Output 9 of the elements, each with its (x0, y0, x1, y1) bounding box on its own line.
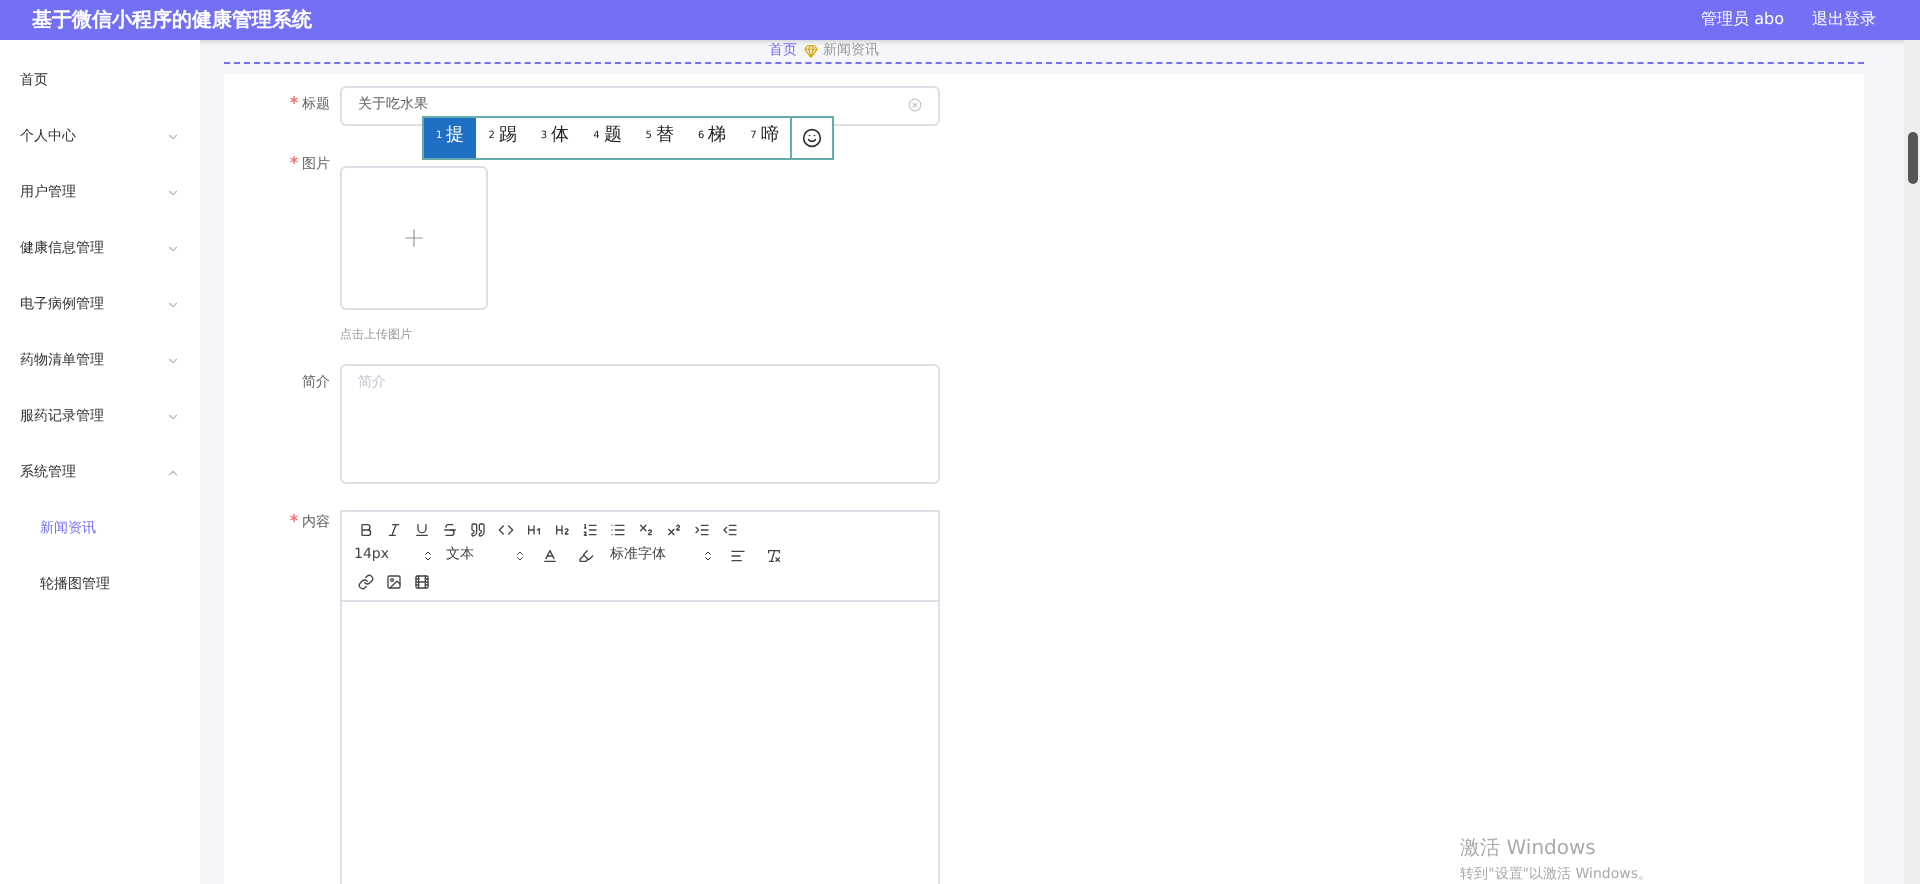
logout-link[interactable]: 退出登录 (1812, 8, 1876, 32)
quote-icon[interactable] (466, 517, 490, 541)
smiley-icon (802, 127, 823, 147)
activation-title: 激活 Windows (1460, 835, 1598, 863)
image-icon[interactable] (382, 569, 406, 593)
app-title: 基于微信小程序的健康管理系统 (32, 6, 312, 35)
video-icon[interactable] (410, 569, 434, 593)
user-name: 管理员 abo (1701, 8, 1784, 32)
link-icon[interactable] (354, 569, 378, 593)
